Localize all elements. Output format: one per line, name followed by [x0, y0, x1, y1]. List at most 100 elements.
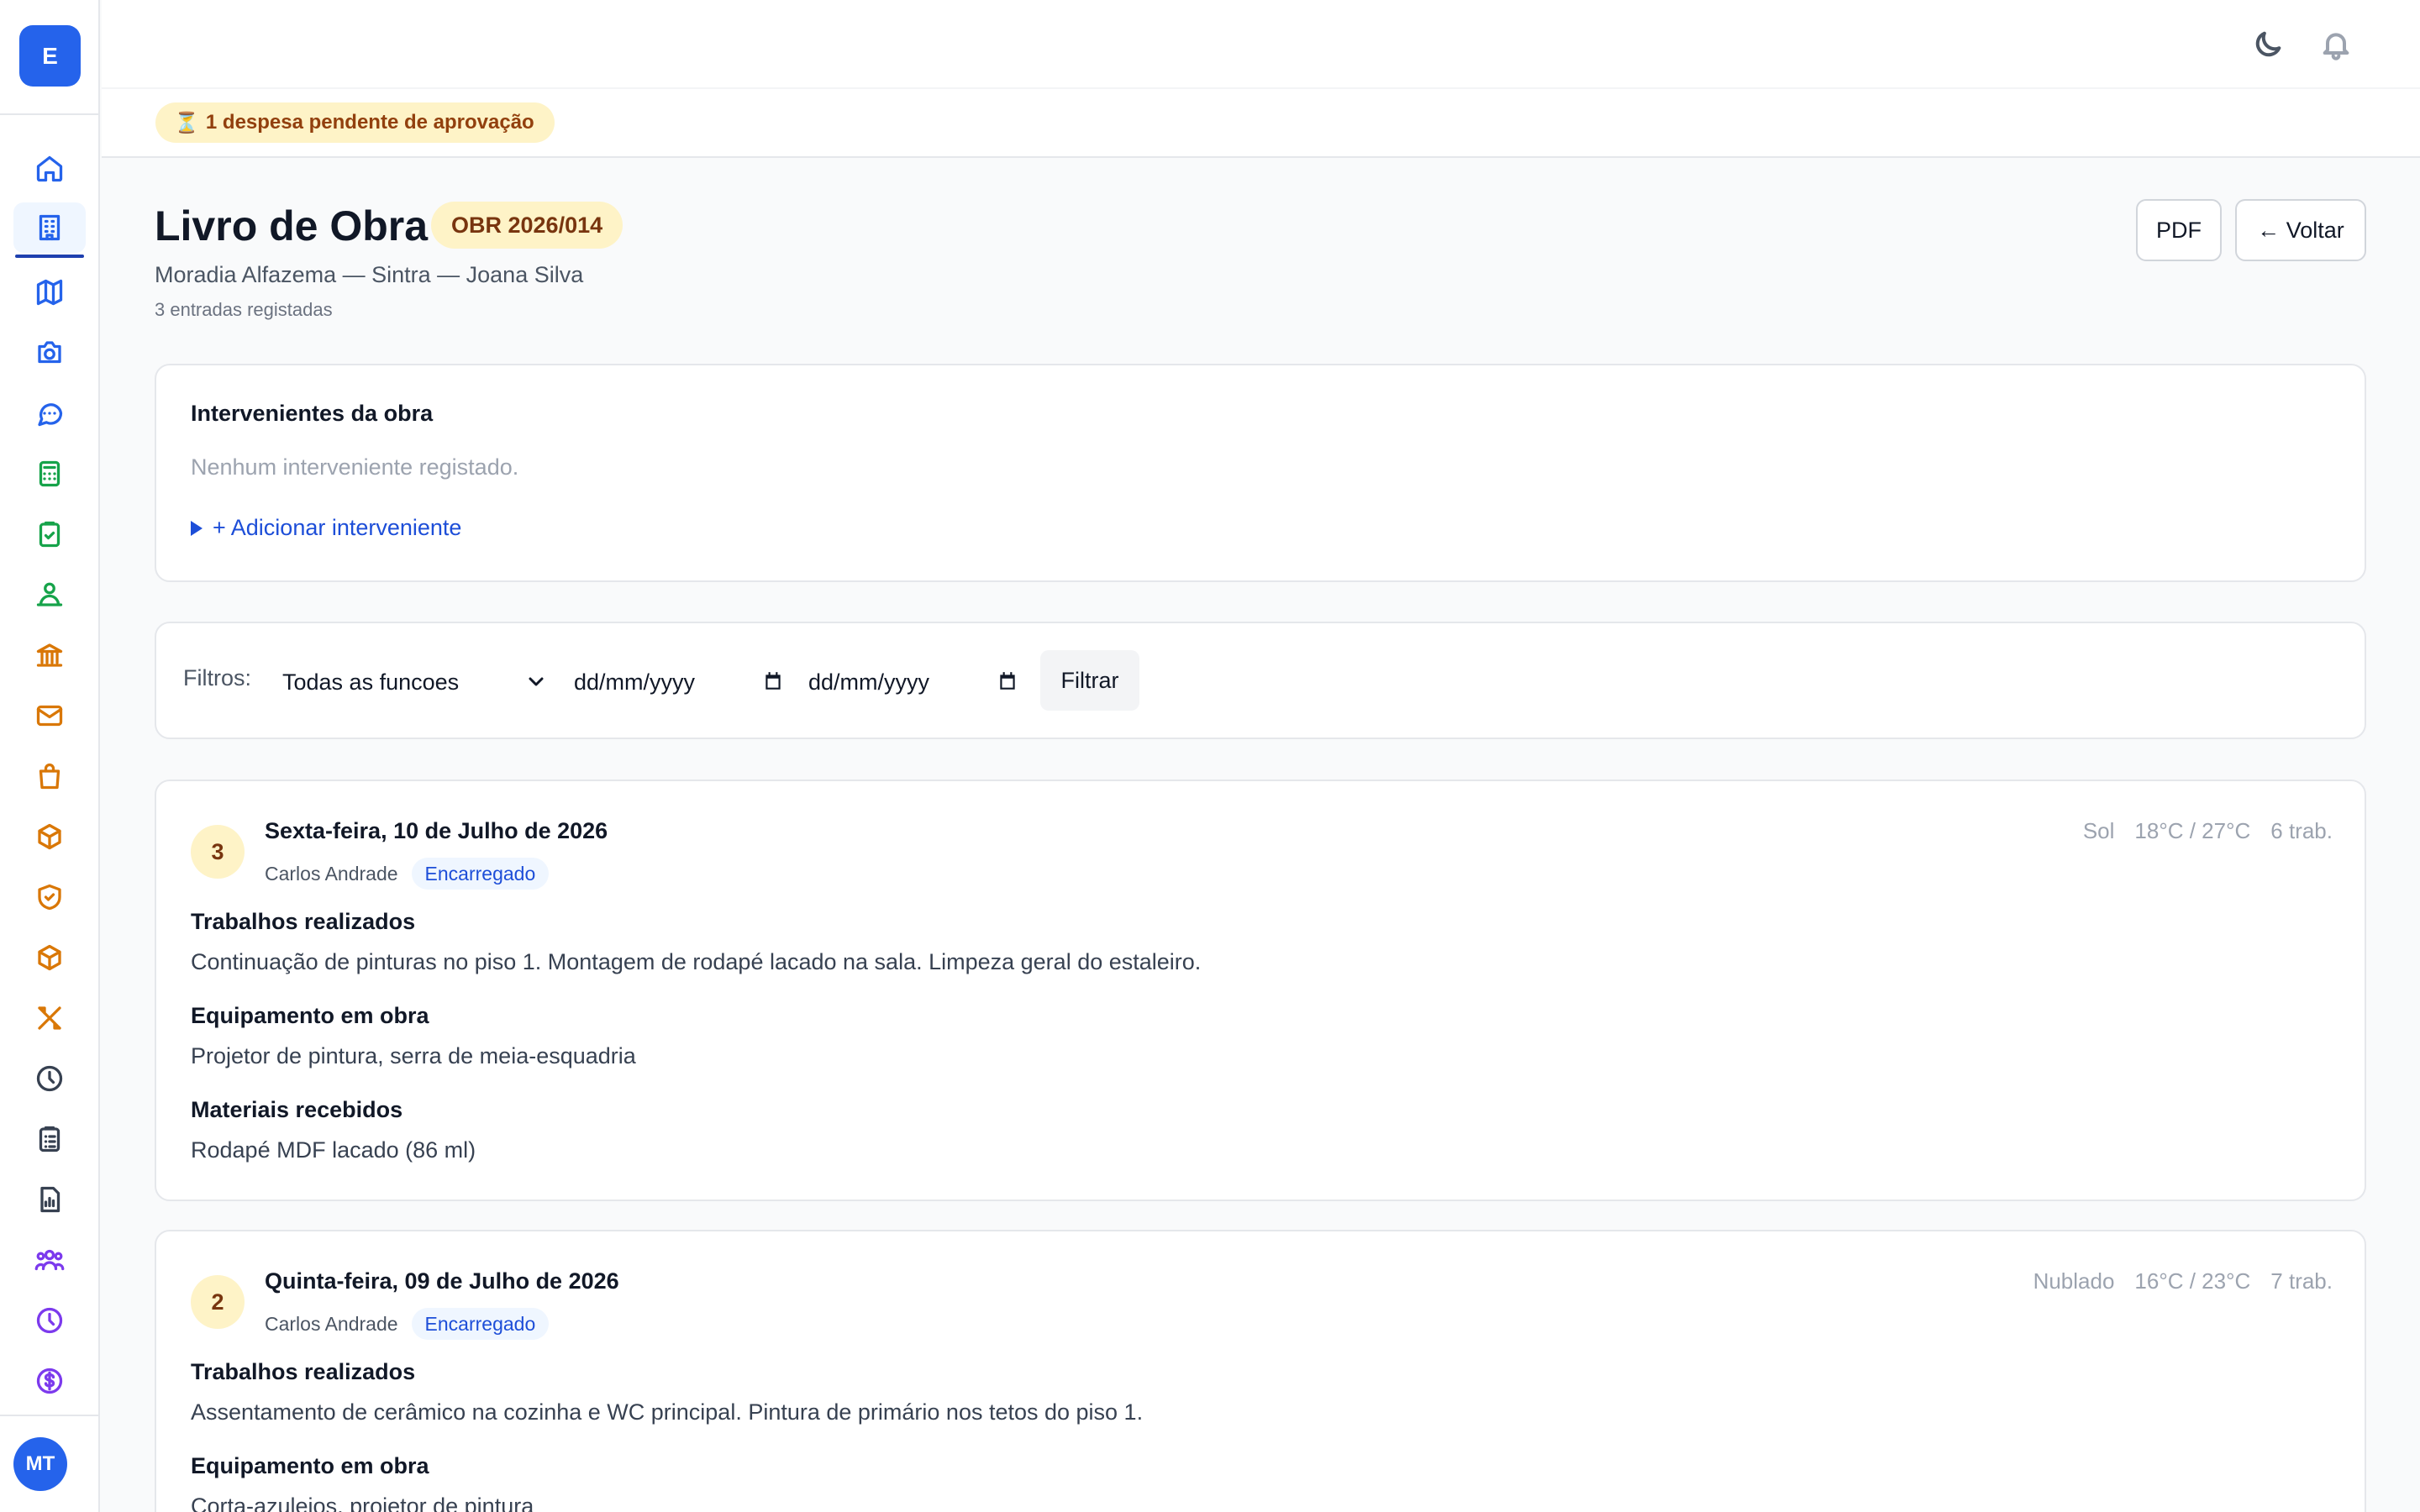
chevron-down-icon	[529, 677, 544, 686]
sidebar-item-photos[interactable]	[13, 328, 86, 378]
cube-icon	[38, 823, 61, 850]
sidebar-item-bank[interactable]	[13, 630, 86, 680]
sidebar-item-shop[interactable]	[13, 751, 86, 801]
calculator-icon	[39, 460, 60, 487]
date-from-input[interactable]: dd/mm/yyyy	[574, 657, 784, 707]
app-logo[interactable]: E	[19, 25, 81, 87]
entry-date: Quinta-feira, 09 de Julho de 2026	[265, 1268, 619, 1294]
date-to-value: dd/mm/yyyy	[808, 669, 930, 695]
entry-author-row: Carlos Andrade Encarregado	[265, 858, 550, 890]
sidebar-item-safety[interactable]	[13, 872, 86, 922]
sidebar-item-materials[interactable]	[13, 811, 86, 862]
sidebar-item-messages[interactable]	[13, 388, 86, 438]
section-text: Rodapé MDF lacado (86 ml)	[191, 1137, 476, 1163]
dark-mode-toggle[interactable]	[2249, 25, 2287, 64]
home-icon	[36, 155, 63, 182]
user-avatar[interactable]: MT	[13, 1437, 67, 1491]
sidebar-divider-bottom	[0, 1415, 98, 1416]
page-subtitle: Moradia Alfazema — Sintra — Joana Silva	[155, 262, 584, 287]
filters-card: Filtros: Todas as funcoes dd/mm/yyyy dd/…	[155, 622, 2366, 739]
section-text: Continuação de pinturas no piso 1. Monta…	[191, 949, 1202, 974]
section-text: Projetor de pintura, serra de meia-esqua…	[191, 1043, 636, 1068]
sidebar-item-checklist[interactable]	[13, 509, 86, 559]
sidebar-divider	[0, 113, 98, 115]
section-title: Trabalhos realizados	[191, 1359, 416, 1384]
building-icon	[39, 214, 60, 241]
entry-author: Carlos Andrade	[265, 862, 398, 885]
diary-entry: 2 Quinta-feira, 09 de Julho de 2026 Carl…	[155, 1230, 2366, 1512]
clipboard-check-icon	[39, 521, 60, 548]
disclosure-triangle-icon	[191, 520, 203, 536]
entry-date: Sexta-feira, 10 de Julho de 2026	[265, 818, 608, 843]
role-select-value: Todas as funcoes	[282, 669, 460, 695]
diary-entry: 3 Sexta-feira, 10 de Julho de 2026 Carlo…	[155, 780, 2366, 1201]
bell-icon	[2323, 33, 2349, 60]
user-group-icon	[36, 582, 63, 606]
filter-button[interactable]: Filtrar	[1040, 650, 1139, 711]
sidebar-item-users[interactable]	[13, 1235, 86, 1285]
back-button[interactable]: ← Voltar	[2235, 199, 2366, 261]
entry-weather: Nublado	[2033, 1268, 2115, 1294]
sidebar-item-reports[interactable]	[13, 1174, 86, 1225]
shopping-bag-icon	[39, 763, 60, 790]
notifications-button[interactable]	[2317, 25, 2355, 64]
bank-icon	[36, 643, 63, 667]
alert-bar: ⏳ 1 despesa pendente de aprovação	[102, 89, 2420, 158]
role-select[interactable]: Todas as funcoes	[282, 657, 551, 707]
sidebar-item-team[interactable]	[13, 570, 86, 620]
section-title: Equipamento em obra	[191, 1453, 429, 1478]
entry-number: 3	[191, 825, 245, 879]
sidebar-item-tools[interactable]	[13, 993, 86, 1043]
add-interveniente-label: + Adicionar interveniente	[213, 515, 462, 540]
tools-icon	[38, 1006, 61, 1030]
intervenientes-empty: Nenhum interveniente registado.	[191, 454, 519, 480]
pending-expense-badge[interactable]: ⏳ 1 despesa pendente de aprovação	[155, 102, 555, 143]
role-badge: Encarregado	[411, 858, 550, 890]
sidebar-item-stock[interactable]	[13, 932, 86, 983]
camera-icon	[38, 341, 61, 364]
sidebar-item-history[interactable]	[13, 1295, 86, 1346]
entry-temperature: 16°C / 23°C	[2134, 1268, 2251, 1294]
sidebar-item-mail[interactable]	[13, 690, 86, 741]
entry-weather: Sol	[2082, 818, 2115, 843]
sidebar-item-calculator[interactable]	[13, 449, 86, 499]
section-title: Equipamento em obra	[191, 1003, 429, 1028]
chat-icon	[38, 403, 63, 427]
mail-icon	[36, 705, 63, 727]
dollar-icon	[36, 1368, 63, 1394]
sidebar: E MT	[0, 0, 100, 1512]
intervenientes-title: Intervenientes da obra	[191, 401, 434, 426]
entry-temperature: 18°C / 27°C	[2134, 818, 2251, 843]
section-title: Materiais recebidos	[191, 1097, 403, 1122]
sidebar-item-map[interactable]	[13, 267, 86, 318]
section-text: Corta-azulejos, projetor de pintura	[191, 1494, 534, 1512]
topbar	[102, 0, 2420, 89]
pdf-button[interactable]: PDF	[2136, 199, 2222, 261]
hourglass-icon: ⏳	[174, 111, 199, 134]
role-badge: Encarregado	[411, 1308, 550, 1340]
clock-history-icon	[36, 1307, 63, 1334]
entries-count: 3 entradas registadas	[155, 299, 333, 320]
map-icon	[36, 279, 63, 306]
sidebar-item-home[interactable]	[13, 144, 86, 194]
sidebar-item-tasks[interactable]	[13, 1114, 86, 1164]
moon-icon	[2255, 31, 2281, 57]
calendar-icon	[765, 672, 781, 690]
obra-code-badge: OBR 2026/014	[431, 202, 623, 249]
add-interveniente-link[interactable]: + Adicionar interveniente	[191, 515, 461, 541]
sidebar-item-finance[interactable]	[13, 1356, 86, 1406]
shield-check-icon	[38, 884, 61, 911]
sidebar-item-time[interactable]	[13, 1053, 86, 1104]
entry-workers: 6 trab.	[2270, 818, 2333, 843]
entry-meta: Sol 18°C / 27°C 6 trab.	[2083, 818, 2333, 844]
clock-icon	[36, 1065, 63, 1092]
entry-meta: Nublado 16°C / 23°C 7 trab.	[2033, 1268, 2333, 1294]
clipboard-list-icon	[39, 1126, 60, 1152]
entry-workers: 7 trab.	[2270, 1268, 2333, 1294]
date-to-input[interactable]: dd/mm/yyyy	[808, 657, 1018, 707]
section-text: Assentamento de cerâmico na cozinha e WC…	[191, 1399, 1144, 1425]
report-chart-icon	[40, 1186, 60, 1213]
date-from-value: dd/mm/yyyy	[574, 669, 696, 695]
pending-expense-text: 1 despesa pendente de aprovação	[205, 111, 534, 134]
sidebar-item-obras[interactable]	[13, 202, 86, 258]
